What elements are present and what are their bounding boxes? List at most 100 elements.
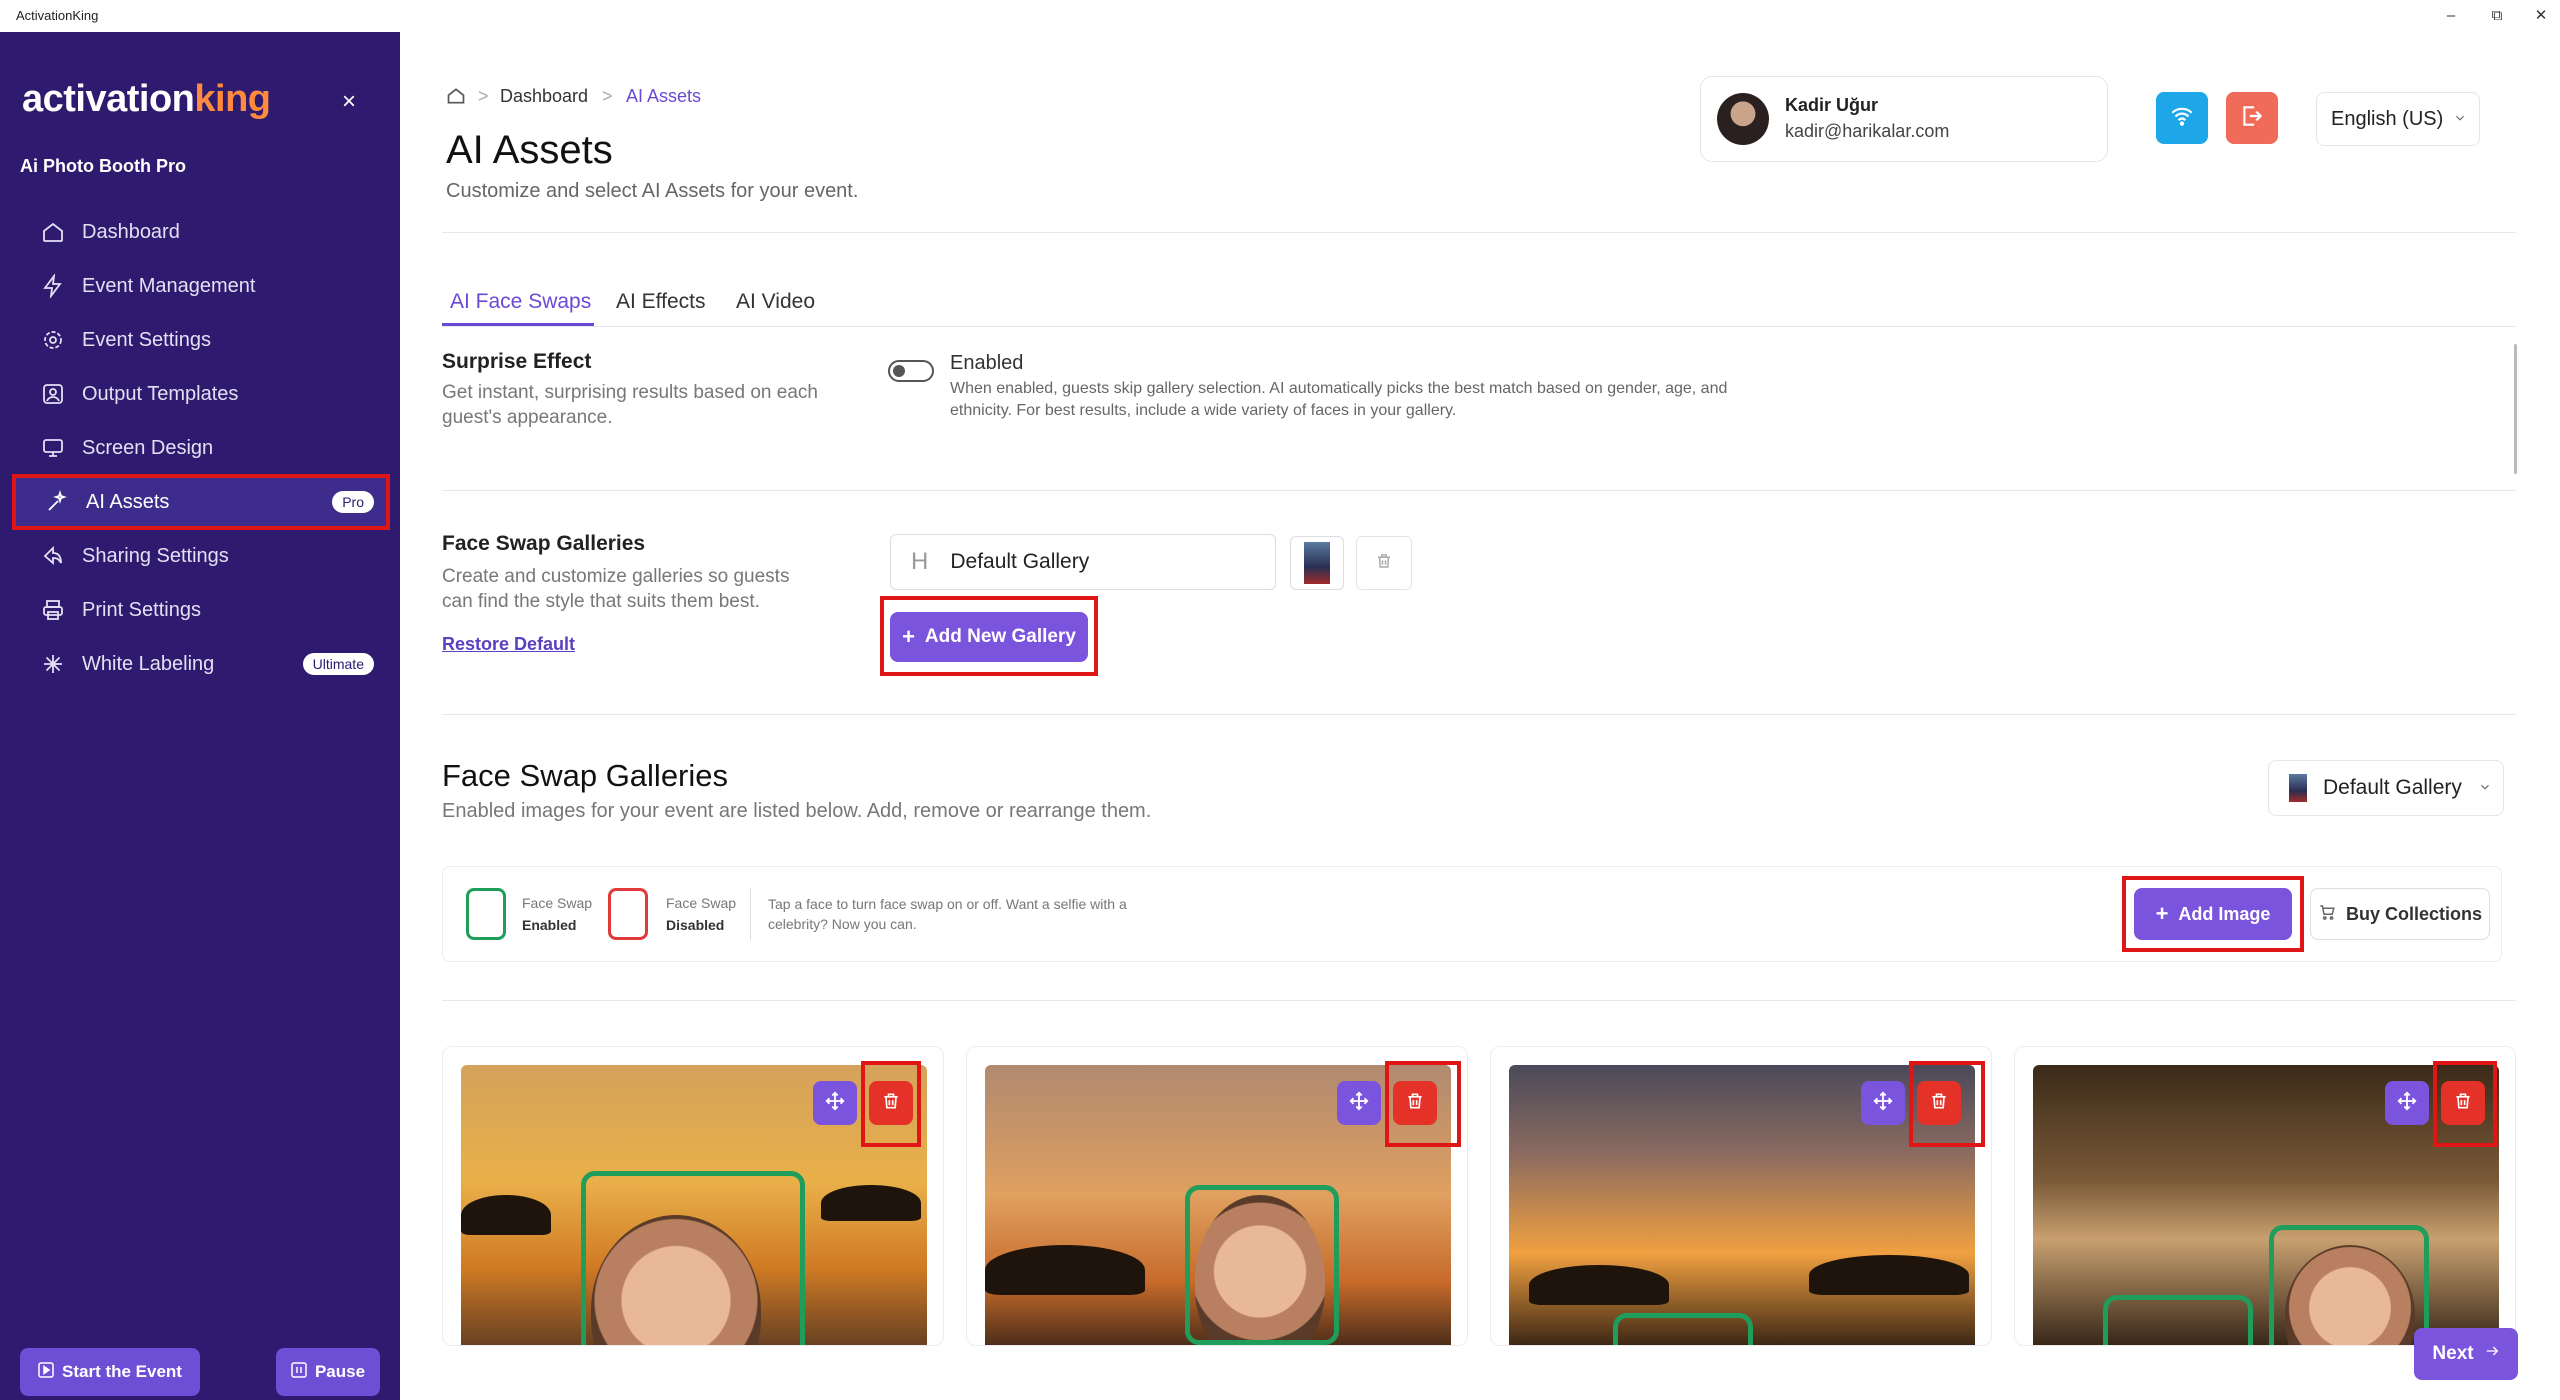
- section-divider: [442, 490, 2516, 491]
- breadcrumb-ai-assets: AI Assets: [626, 86, 702, 106]
- sidebar-item-ai-assets[interactable]: AI Assets Pro: [12, 474, 390, 530]
- sidebar-item-white-labeling[interactable]: White Labeling Ultimate: [14, 638, 386, 690]
- delete-image-button[interactable]: [1393, 1081, 1437, 1125]
- breadcrumb-home-icon[interactable]: [446, 86, 466, 111]
- scrollbar[interactable]: [2514, 344, 2517, 474]
- gallery-card[interactable]: [1490, 1046, 1992, 1346]
- gallery-card[interactable]: [966, 1046, 1468, 1346]
- close-window-button[interactable]: ✕: [2526, 4, 2556, 28]
- gallery-name-field[interactable]: H Default Gallery: [890, 534, 1276, 590]
- trash-icon: [2453, 1091, 2473, 1116]
- move-icon: [1872, 1090, 1894, 1117]
- gallery-select-thumbnail: [2289, 774, 2307, 802]
- face-enabled-marker[interactable]: [1185, 1185, 1339, 1345]
- sidebar-item-sharing-settings[interactable]: Sharing Settings: [14, 530, 386, 582]
- gallery-thumbnail[interactable]: [1290, 536, 1344, 590]
- add-new-gallery-button[interactable]: + Add New Gallery: [890, 612, 1088, 662]
- language-select[interactable]: English (US): [2316, 92, 2480, 146]
- logout-button[interactable]: [2226, 92, 2278, 144]
- sidebar: activationking × Ai Photo Booth Pro Dash…: [0, 32, 400, 1400]
- asterisk-icon: [38, 649, 68, 679]
- thumbnail-image: [1304, 542, 1330, 584]
- sidebar-item-output-templates[interactable]: Output Templates: [14, 368, 386, 420]
- restore-default-link[interactable]: Restore Default: [442, 634, 575, 655]
- tab-ai-video[interactable]: AI Video: [736, 290, 815, 314]
- sidebar-item-dashboard[interactable]: Dashboard: [14, 206, 386, 258]
- breadcrumb-dashboard[interactable]: Dashboard: [500, 86, 588, 107]
- gallery-card[interactable]: [442, 1046, 944, 1346]
- restore-button[interactable]: ⧉: [2482, 4, 2512, 28]
- window-title: ActivationKing: [16, 8, 99, 23]
- trash-icon: [1929, 1091, 1949, 1116]
- galleries-subtitle: Enabled images for your event are listed…: [442, 800, 1152, 822]
- tabs-divider: [442, 326, 2516, 327]
- monitor-icon: [38, 433, 68, 463]
- header-divider: [442, 232, 2516, 233]
- toggle-description: When enabled, guests skip gallery select…: [950, 380, 1728, 419]
- user-email: kadir@harikalar.com: [1785, 121, 1950, 141]
- start-event-button[interactable]: Start the Event: [20, 1348, 200, 1396]
- bolt-icon: [38, 271, 68, 301]
- toggle-label: Enabled: [950, 352, 1024, 374]
- page-title: AI Assets: [446, 128, 613, 172]
- sidebar-item-event-management[interactable]: Event Management: [14, 260, 386, 312]
- sidebar-section-title: Ai Photo Booth Pro: [20, 156, 186, 176]
- gallery-image: [985, 1065, 1451, 1345]
- window-titlebar: ActivationKing – ⧉ ✕: [0, 0, 2560, 32]
- move-button[interactable]: [1337, 1081, 1381, 1125]
- buy-collections-button[interactable]: Buy Collections: [2310, 888, 2490, 940]
- sidebar-item-print-settings[interactable]: Print Settings: [14, 584, 386, 636]
- page-subtitle: Customize and select AI Assets for your …: [446, 180, 859, 202]
- move-button[interactable]: [1861, 1081, 1905, 1125]
- cart-icon: [2318, 903, 2336, 926]
- user-card[interactable]: Kadir Uğur kadir@harikalar.com: [1700, 76, 2108, 162]
- sidebar-close-button[interactable]: ×: [342, 88, 356, 116]
- delete-image-button[interactable]: [2441, 1081, 2485, 1125]
- sidebar-item-event-settings[interactable]: Event Settings: [14, 314, 386, 366]
- legend-description: Tap a face to turn face swap on or off. …: [768, 896, 1127, 932]
- gallery-image: [2033, 1065, 2499, 1345]
- avatar: [1717, 93, 1769, 145]
- trash-icon: [1405, 1091, 1425, 1116]
- pause-button[interactable]: Pause: [276, 1348, 380, 1396]
- gallery-image: [1509, 1065, 1975, 1345]
- disabled-legend: Face Swap Disabled: [666, 895, 737, 933]
- sparkle-icon: [42, 487, 72, 517]
- plus-icon: +: [2155, 901, 2169, 926]
- gallery-select[interactable]: Default Gallery: [2268, 760, 2504, 816]
- plus-icon: +: [902, 624, 915, 649]
- next-button[interactable]: Next: [2414, 1328, 2518, 1380]
- face-enabled-marker[interactable]: [581, 1171, 805, 1345]
- move-button[interactable]: [813, 1081, 857, 1125]
- add-image-button[interactable]: + Add Image: [2134, 888, 2292, 940]
- face-enabled-marker[interactable]: [2103, 1295, 2253, 1345]
- share-icon: [38, 541, 68, 571]
- delete-image-button[interactable]: [869, 1081, 913, 1125]
- delete-image-button[interactable]: [1917, 1081, 1961, 1125]
- gear-icon: [38, 325, 68, 355]
- gallery-delete-button[interactable]: [1356, 536, 1412, 590]
- surprise-effect-desc: Get instant, surprising results based on…: [442, 382, 818, 428]
- sidebar-item-screen-design[interactable]: Screen Design: [14, 422, 386, 474]
- face-enabled-marker[interactable]: [2269, 1225, 2429, 1345]
- minimize-button[interactable]: –: [2436, 4, 2466, 28]
- move-icon: [1348, 1090, 1370, 1117]
- pro-badge: Pro: [332, 491, 374, 513]
- galleries-title: Face Swap Galleries: [442, 758, 729, 793]
- face-enabled-marker[interactable]: [1613, 1313, 1753, 1345]
- gallery-card[interactable]: [2014, 1046, 2516, 1346]
- wifi-button[interactable]: [2156, 92, 2208, 144]
- tab-ai-face-swaps[interactable]: AI Face Swaps: [450, 290, 591, 314]
- chevron-down-icon: [2478, 776, 2492, 800]
- surprise-effect-toggle[interactable]: [888, 360, 934, 382]
- wifi-icon: [2169, 103, 2195, 134]
- legend-divider: [750, 888, 751, 940]
- tab-ai-effects[interactable]: AI Effects: [616, 290, 706, 314]
- surprise-effect-title: Surprise Effect: [442, 350, 592, 373]
- move-icon: [824, 1090, 846, 1117]
- gallery-image: [461, 1065, 927, 1345]
- galleries-settings-desc: Create and customize galleries so guests…: [442, 566, 790, 612]
- move-button[interactable]: [2385, 1081, 2429, 1125]
- arrow-right-icon: [2484, 1343, 2500, 1365]
- portrait-icon: [38, 379, 68, 409]
